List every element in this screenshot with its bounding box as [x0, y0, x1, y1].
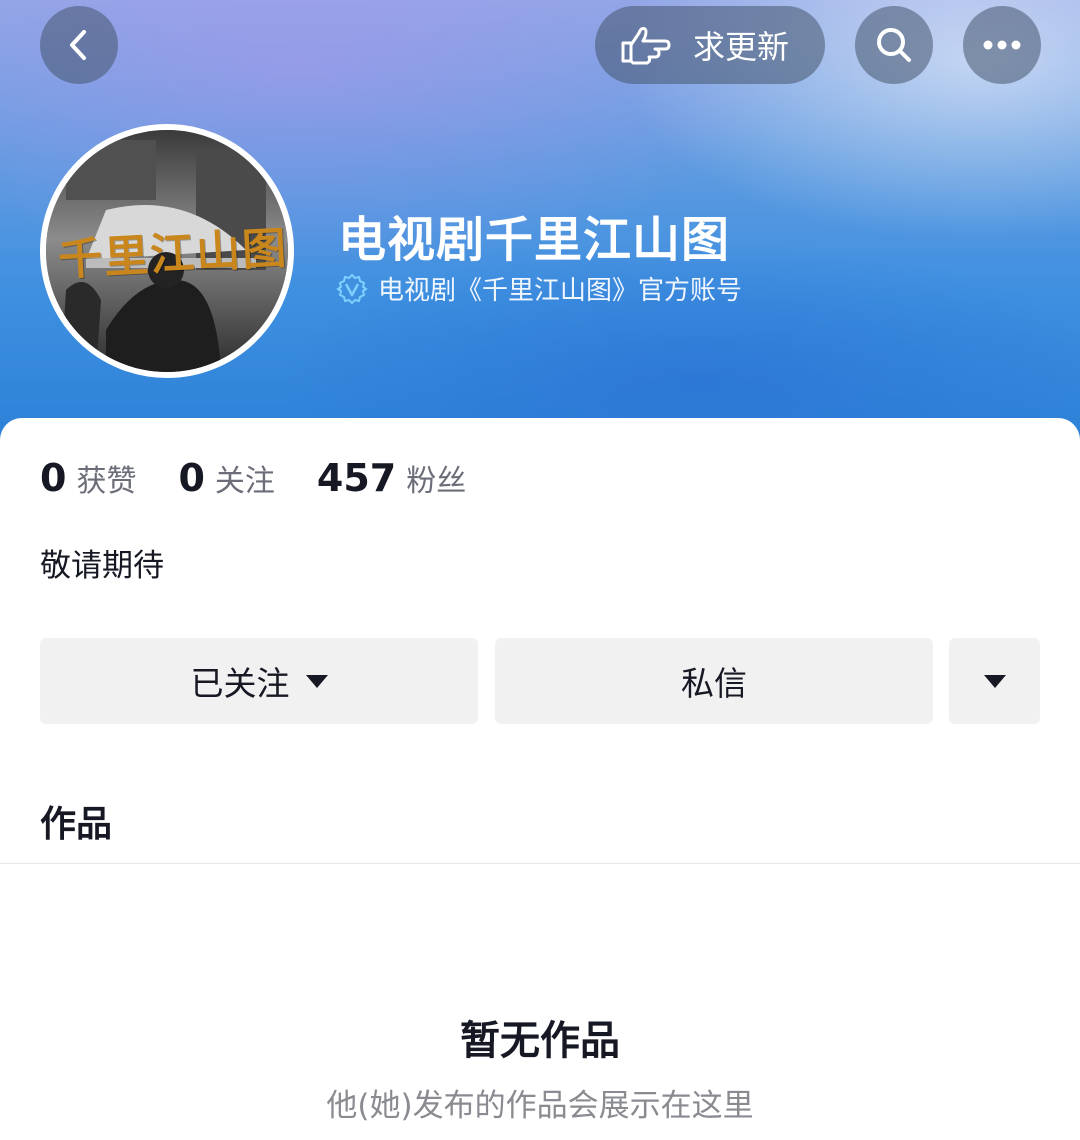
stat-likes[interactable]: 0 获赞	[40, 456, 136, 500]
request-update-button[interactable]: 求更新	[595, 6, 825, 84]
empty-state-title: 暂无作品	[460, 1018, 620, 1064]
stats-row: 0 获赞 0 关注 457 粉丝	[40, 456, 508, 500]
chevron-left-icon	[70, 30, 86, 60]
stat-likes-value: 0	[40, 456, 67, 500]
avatar-calligraphy-text: 千里江山图	[57, 223, 290, 286]
works-section-title[interactable]: 作品	[40, 795, 112, 847]
back-button[interactable]	[40, 6, 118, 84]
more-actions-dropdown-button[interactable]	[949, 638, 1040, 724]
search-icon	[877, 28, 911, 62]
avatar[interactable]: 千里江山图	[40, 124, 294, 378]
verification-text: 电视剧《千里江山图》官方账号	[378, 276, 743, 306]
request-update-label: 求更新	[693, 28, 790, 66]
profile-bio: 敬请期待	[40, 548, 164, 584]
verified-badge-icon	[336, 273, 368, 304]
stat-followers-value: 457	[316, 456, 397, 500]
following-button[interactable]: 已关注	[40, 638, 478, 724]
stat-following-value: 0	[178, 456, 205, 500]
empty-state-subtitle: 他(她)发布的作品会展示在这里	[326, 1088, 754, 1124]
stat-likes-label: 获赞	[76, 464, 137, 499]
stat-followers-label: 粉丝	[406, 464, 467, 499]
pointing-hand-icon	[621, 27, 671, 65]
more-options-button[interactable]	[963, 6, 1041, 84]
message-label: 私信	[681, 664, 747, 703]
more-dots-icon	[983, 40, 1021, 50]
search-button[interactable]	[855, 6, 933, 84]
message-button[interactable]: 私信	[495, 638, 933, 724]
stat-following[interactable]: 0 关注	[178, 456, 274, 500]
section-divider	[0, 863, 1080, 864]
verification-row: 电视剧《千里江山图》官方账号	[336, 270, 742, 307]
stat-followers[interactable]: 457 粉丝	[317, 456, 466, 500]
following-label: 已关注	[190, 664, 290, 703]
stat-following-label: 关注	[214, 464, 275, 499]
caret-down-icon	[305, 674, 328, 688]
caret-down-icon	[983, 674, 1006, 688]
profile-name: 电视剧千里江山图	[338, 212, 731, 268]
